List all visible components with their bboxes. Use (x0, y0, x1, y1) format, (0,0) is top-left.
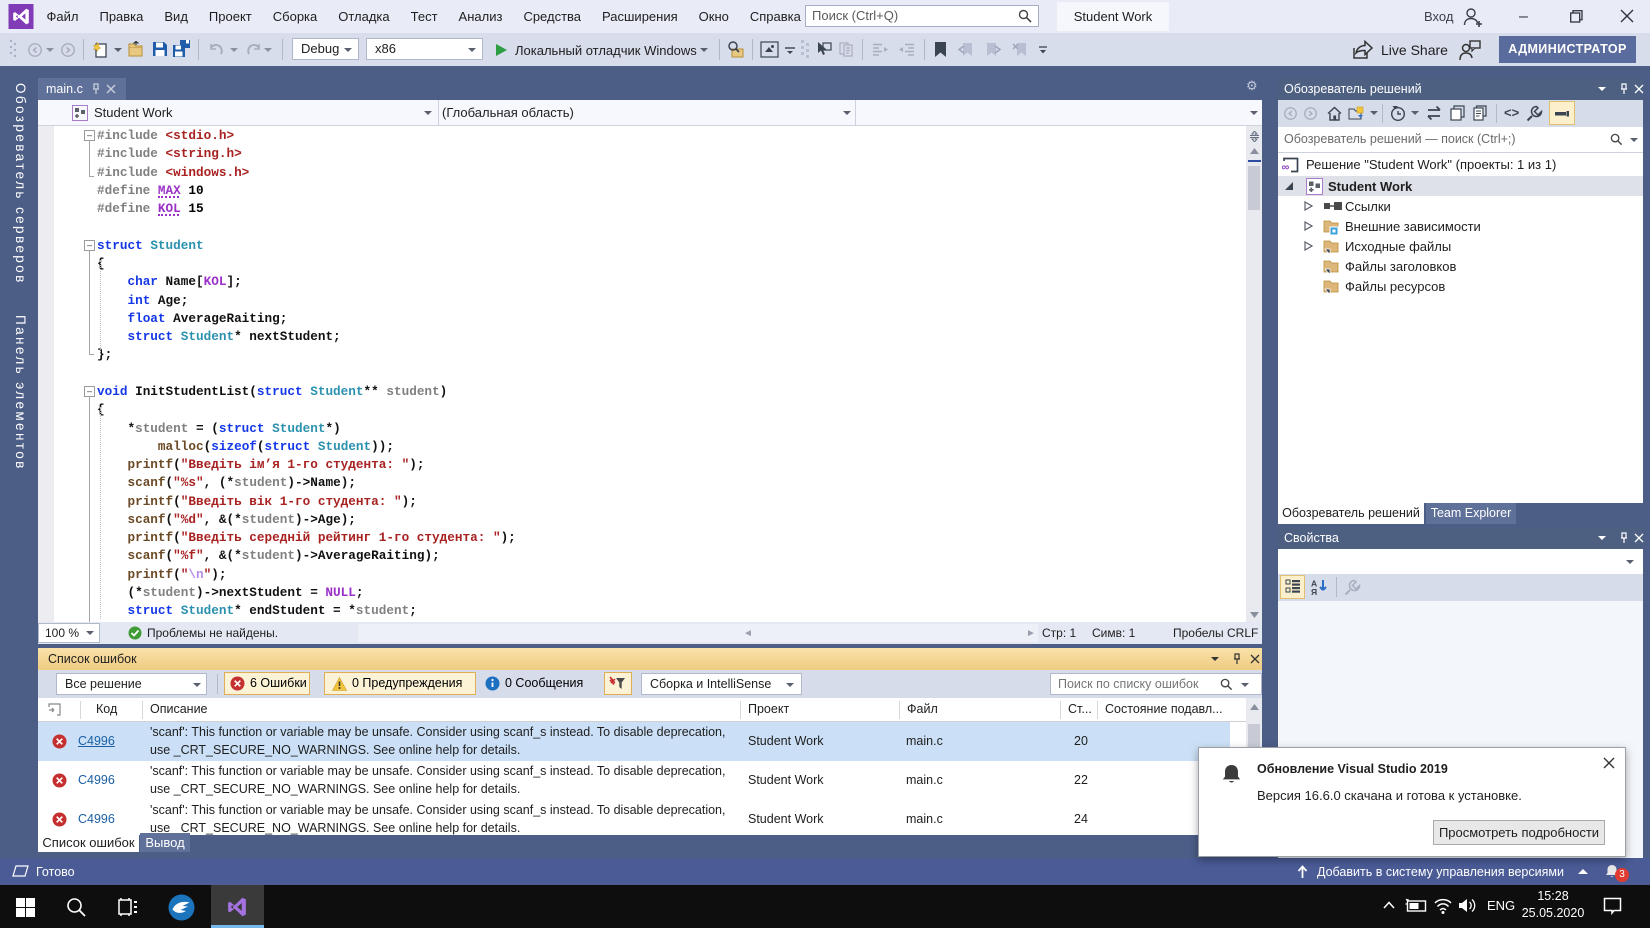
svg-text:Я: Я (1311, 587, 1317, 595)
svg-text:∞: ∞ (1282, 162, 1290, 174)
